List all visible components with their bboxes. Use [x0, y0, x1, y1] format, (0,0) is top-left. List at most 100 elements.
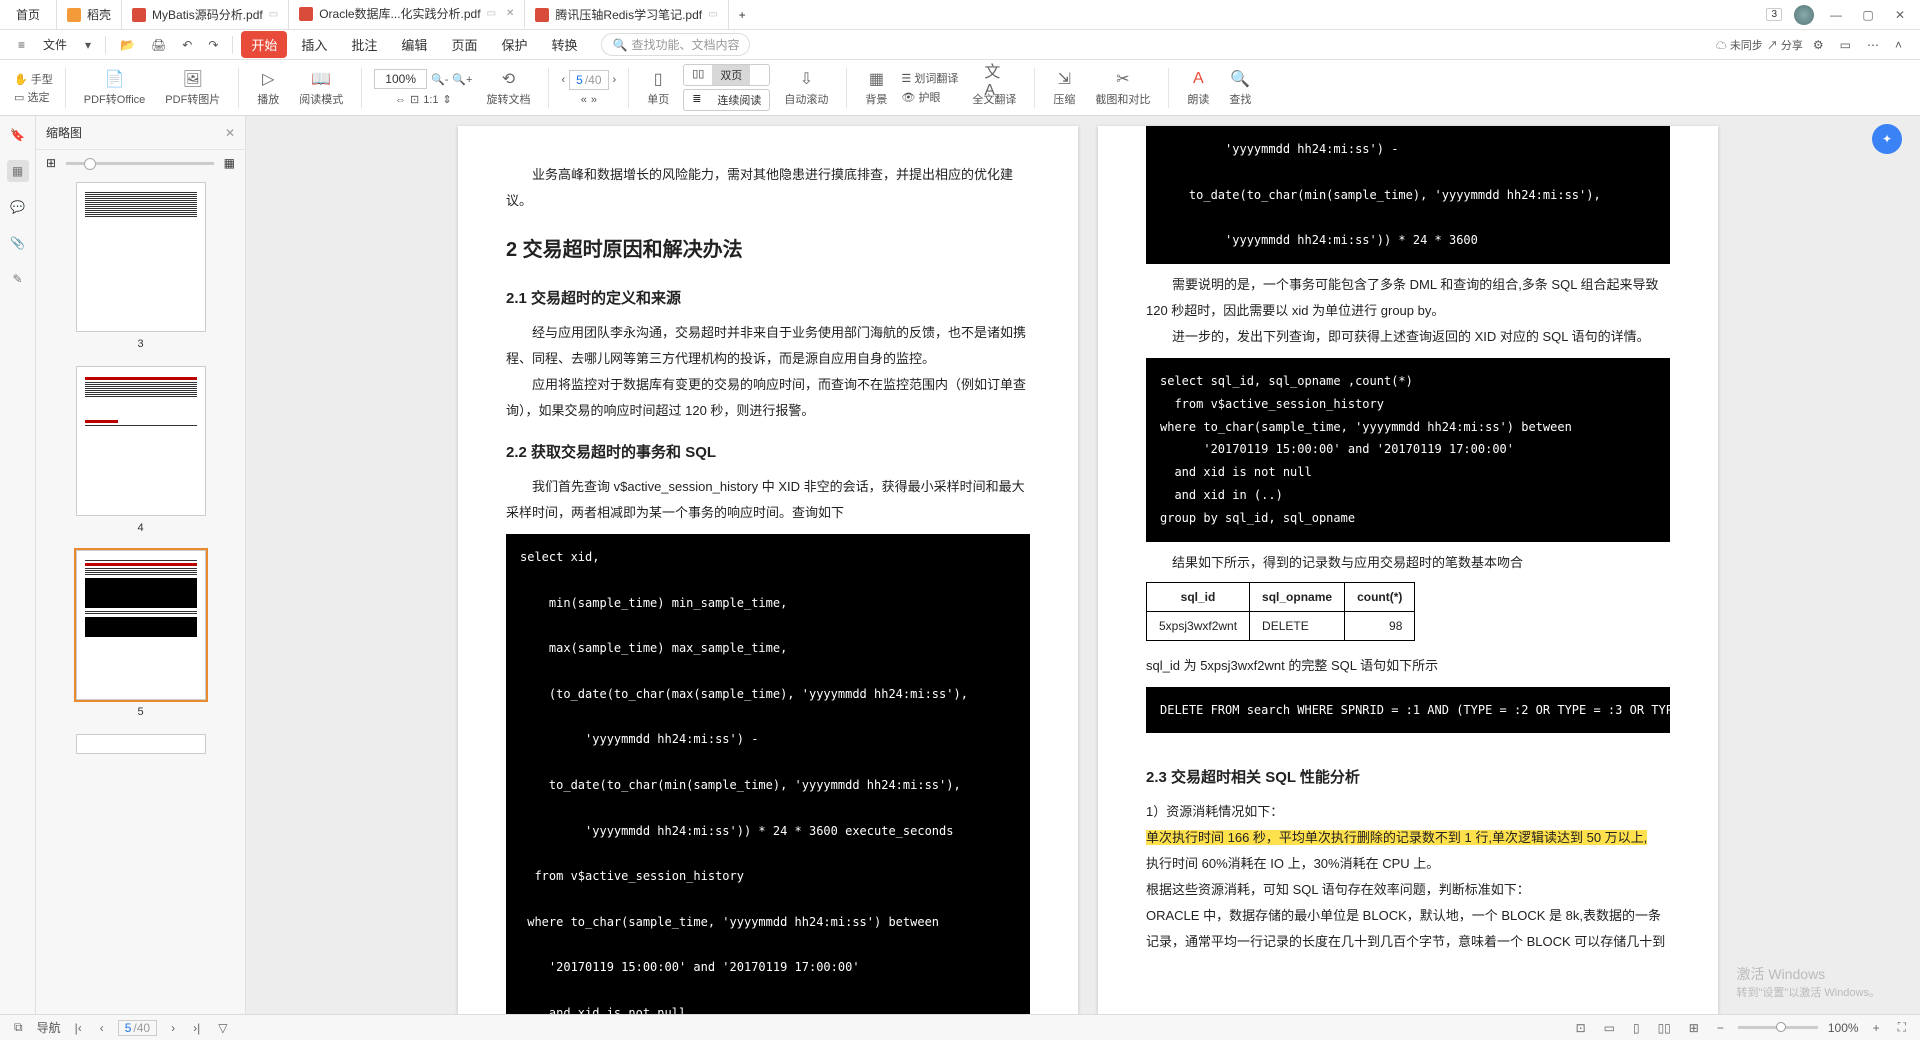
last-page-icon[interactable]: »	[591, 94, 597, 106]
read-aloud-button[interactable]: A朗读	[1181, 67, 1215, 109]
tab-new[interactable]: +	[729, 0, 756, 29]
fit-icon[interactable]: ⊞	[1685, 1021, 1703, 1035]
tab-home[interactable]: 首页	[0, 0, 57, 29]
view-mode-1-icon[interactable]: ⊡	[1572, 1021, 1590, 1035]
rotate-button[interactable]: ⟲旋转文档	[480, 67, 536, 109]
last-page-icon[interactable]: ›|	[189, 1021, 204, 1035]
tab-mybatis[interactable]: MyBatis源码分析.pdf▭	[122, 0, 289, 29]
thumb-settings-icon[interactable]: ▦	[224, 156, 235, 170]
thumb-zoom-slider[interactable]	[66, 162, 214, 165]
nav-label[interactable]: 导航	[37, 1019, 61, 1036]
bookmark-icon[interactable]: 🔖	[7, 124, 29, 146]
undo-icon[interactable]: ↶	[176, 34, 198, 56]
print-icon[interactable]: 🖨	[145, 34, 172, 56]
unsync-label[interactable]: ☁ 未同步	[1716, 37, 1763, 53]
double-page-toggle[interactable]: ▯▯双页	[683, 64, 770, 86]
compress-button[interactable]: ⇲压缩	[1047, 67, 1081, 109]
window-icon[interactable]: ▭	[1834, 34, 1857, 56]
more-icon[interactable]: ⋯	[1861, 34, 1885, 56]
attachment-icon[interactable]: 📎	[7, 232, 29, 254]
read-mode-button[interactable]: 📖阅读模式	[293, 67, 349, 109]
first-page-icon[interactable]: |‹	[71, 1021, 86, 1035]
fit-page-icon[interactable]: ⊡	[410, 93, 419, 106]
autoscroll-button[interactable]: ⇩自动滚动	[778, 67, 834, 109]
continuous-toggle[interactable]: ≣连续阅读	[683, 89, 770, 111]
close-icon[interactable]: ✕	[225, 126, 235, 140]
word-translate[interactable]: ☰ 划词翻译	[901, 70, 958, 86]
menu-tab-convert[interactable]: 转换	[541, 31, 587, 58]
search-input[interactable]: 🔍查找功能、文档内容	[601, 33, 750, 56]
single-page-button[interactable]: ▯单页	[641, 67, 675, 109]
zoom-input[interactable]: 100%	[374, 69, 427, 89]
thumb-item[interactable]: 3	[36, 182, 245, 350]
notification-badge[interactable]: 3	[1766, 8, 1782, 21]
ai-assistant-button[interactable]: ✦	[1872, 124, 1902, 154]
background-button[interactable]: ▦背景	[859, 67, 893, 109]
collapse-icon[interactable]: ˄	[1889, 34, 1908, 56]
sidebar-toggle-icon[interactable]: ⧉	[10, 1020, 27, 1035]
file-menu[interactable]: 文件	[35, 32, 75, 57]
menu-tab-protect[interactable]: 保护	[491, 31, 537, 58]
close-icon[interactable]: ✕	[506, 8, 514, 19]
redo-icon[interactable]: ↷	[202, 34, 224, 56]
fit-height-icon[interactable]: ⇕	[443, 93, 452, 106]
tab-menu-icon[interactable]: ▭	[269, 9, 278, 20]
crop-compare-button[interactable]: ✂截图和对比	[1089, 67, 1156, 109]
fit-width-icon[interactable]: ⇔	[395, 94, 406, 106]
select-tool[interactable]: ▭ 选定	[14, 89, 49, 105]
thumb-list[interactable]: 3 4 5	[36, 176, 245, 1014]
thumbnail-icon[interactable]: ▦	[7, 160, 29, 182]
close-window-icon[interactable]: ✕	[1890, 8, 1910, 22]
actual-size-icon[interactable]: 1:1	[423, 94, 438, 106]
tab-menu-icon[interactable]: ▭	[487, 8, 496, 19]
marker-icon[interactable]: ▽	[214, 1021, 231, 1035]
full-translate-button[interactable]: 文A全文翻译	[966, 67, 1022, 109]
next-page-icon[interactable]: ›	[613, 74, 617, 86]
avatar[interactable]	[1794, 5, 1814, 25]
thumb-item[interactable]: 5	[36, 550, 245, 718]
document-area[interactable]: ✦ 业务高峰和数据增长的风险能力，需对其他隐患进行摸底排查，并提出相应的优化建议…	[246, 116, 1920, 1014]
thumb-item[interactable]	[36, 734, 245, 754]
gear-icon[interactable]: ⚙	[1807, 34, 1830, 56]
maximize-icon[interactable]: ▢	[1858, 8, 1878, 22]
zoom-in-icon[interactable]: +	[1869, 1021, 1884, 1035]
signature-icon[interactable]: ✎	[7, 268, 29, 290]
hand-tool[interactable]: ✋ 手型	[14, 71, 53, 87]
menu-tab-page[interactable]: 页面	[441, 31, 487, 58]
minimize-icon[interactable]: —	[1826, 8, 1846, 22]
menu-tab-insert[interactable]: 插入	[291, 31, 337, 58]
page-input[interactable]: 5/40	[118, 1020, 157, 1036]
zoom-out-icon[interactable]: −	[1713, 1021, 1728, 1035]
pdf-to-image-button[interactable]: 🖼PDF转图片	[159, 67, 226, 109]
menu-tab-comment[interactable]: 批注	[341, 31, 387, 58]
view-mode-4-icon[interactable]: ▯▯	[1654, 1021, 1675, 1035]
find-button[interactable]: 🔍查找	[1223, 67, 1257, 109]
play-button[interactable]: ▷播放	[251, 67, 285, 109]
comment-icon[interactable]: 💬	[7, 196, 29, 218]
first-page-icon[interactable]: «	[581, 94, 587, 106]
tab-daoqiao[interactable]: 稻壳	[57, 0, 122, 29]
zoom-in-icon[interactable]: 🔍+	[452, 73, 472, 86]
prev-page-icon[interactable]: ‹	[561, 74, 565, 86]
menu-icon[interactable]: ≡	[12, 34, 31, 56]
thumb-grid-icon[interactable]: ⊞	[46, 156, 56, 170]
zoom-out-icon[interactable]: 🔍-	[431, 73, 448, 86]
menu-tab-start[interactable]: 开始	[241, 31, 287, 58]
prev-page-icon[interactable]: ‹	[96, 1021, 108, 1035]
open-icon[interactable]: 📂	[114, 34, 141, 56]
tab-redis[interactable]: 腾讯压轴Redis学习笔记.pdf▭	[525, 0, 728, 29]
view-mode-2-icon[interactable]: ▭	[1600, 1021, 1619, 1035]
menu-tab-edit[interactable]: 编辑	[391, 31, 437, 58]
share-button[interactable]: ↗ 分享	[1767, 37, 1803, 53]
tab-oracle[interactable]: Oracle数据库...化实践分析.pdf▭✕	[289, 0, 525, 29]
eye-protect[interactable]: 👁 护眼	[901, 89, 958, 105]
tab-menu-icon[interactable]: ▭	[708, 9, 717, 20]
thumb-item[interactable]: 4	[36, 366, 245, 534]
view-mode-3-icon[interactable]: ▯	[1629, 1021, 1644, 1035]
fullscreen-icon[interactable]: ⛶	[1894, 1020, 1910, 1035]
chevron-down-icon[interactable]: ▾	[79, 34, 97, 56]
next-page-icon[interactable]: ›	[167, 1021, 179, 1035]
pdf-to-office-button[interactable]: 📄PDF转Office	[78, 67, 152, 109]
page-input[interactable]: 5/40	[569, 70, 608, 90]
zoom-slider[interactable]	[1738, 1026, 1818, 1029]
